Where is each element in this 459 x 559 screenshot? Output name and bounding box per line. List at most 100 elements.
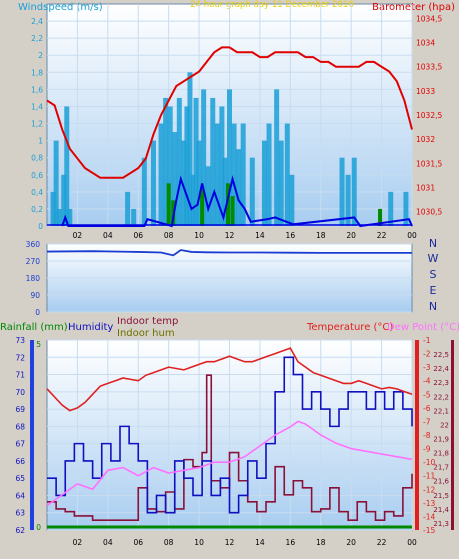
temperature-tick-label: -6 bbox=[423, 404, 431, 413]
barometer-tick-label: 1032,5 bbox=[416, 111, 442, 120]
x-tick-label: 02 bbox=[73, 231, 83, 240]
wind-green-bar bbox=[230, 196, 235, 226]
x-tick-label: 06 bbox=[133, 538, 143, 547]
x-tick-label: 00 bbox=[407, 231, 417, 240]
indoor-temp-tick-label: 22,3 bbox=[433, 379, 449, 387]
wind-gust-bar bbox=[249, 157, 255, 226]
x-tick-label: 00 bbox=[407, 538, 417, 547]
humidity-tick-label: 68 bbox=[15, 422, 25, 431]
wind-tick-label: 1 bbox=[38, 137, 43, 146]
legend-humidity: Humidity bbox=[68, 322, 113, 333]
direction-compass-labels: N W S E N bbox=[428, 237, 439, 313]
compass-s: S bbox=[430, 268, 437, 281]
x-tick-label: 08 bbox=[164, 231, 174, 240]
wind-tick-label: 0,4 bbox=[31, 188, 43, 197]
humidity-tick-label: 62 bbox=[15, 526, 25, 535]
humidity-tick-label: 73 bbox=[15, 336, 25, 345]
temperature-tick-label: -5 bbox=[423, 390, 431, 399]
humidity-tick-label: 64 bbox=[15, 491, 25, 500]
wind-gust-bar bbox=[141, 157, 147, 226]
compass-n-bottom: N bbox=[429, 300, 437, 313]
x-tick-label: 18 bbox=[316, 538, 326, 547]
barometer-tick-label: 1034 bbox=[416, 39, 435, 48]
humidity-tick-label: 67 bbox=[15, 440, 25, 449]
legend-indoor-temp: Indoor temp bbox=[117, 316, 178, 327]
direction-tick-label: 270 bbox=[26, 257, 41, 266]
compass-w: W bbox=[428, 252, 439, 265]
wind-gust-bar bbox=[236, 149, 242, 226]
x-tick-label: 08 bbox=[164, 538, 174, 547]
indoor-temp-tick-label: 22 bbox=[440, 421, 449, 429]
direction-tick-label: 360 bbox=[26, 240, 41, 249]
humidity-tick-label: 63 bbox=[15, 509, 25, 518]
indoor-temp-tick-label: 21,9 bbox=[433, 436, 449, 444]
wind-tick-label: 1,2 bbox=[31, 120, 43, 129]
direction-tick-label: 90 bbox=[30, 291, 40, 300]
temperature-tick-label: -2 bbox=[423, 350, 431, 359]
barometer-tick-label: 1030,5 bbox=[416, 208, 442, 217]
x-tick-label: 20 bbox=[346, 538, 356, 547]
wind-tick-label: 0,6 bbox=[31, 171, 43, 180]
x-tick-label: 20 bbox=[346, 231, 356, 240]
x-tick-label: 04 bbox=[103, 538, 113, 547]
chart-title: 24 hour graph day 11 December 2016 bbox=[190, 0, 354, 10]
indoor-temp-tick-label: 21,6 bbox=[433, 478, 449, 486]
indoor-temp-tick-label: 21,3 bbox=[433, 520, 449, 528]
wind-tick-label: 0 bbox=[38, 222, 43, 231]
compass-e: E bbox=[430, 284, 437, 297]
temperature-tick-label: -1 bbox=[423, 336, 431, 345]
indoor-temp-tick-label: 21,7 bbox=[433, 464, 449, 472]
indoor-temp-tick-label: 21,4 bbox=[433, 506, 449, 514]
barometer-tick-label: 1034,5 bbox=[416, 14, 442, 23]
temperature-tick-label: -8 bbox=[423, 431, 431, 440]
wind-tick-label: 1,6 bbox=[31, 85, 43, 94]
indoor-temp-tick-label: 22,2 bbox=[433, 393, 449, 401]
barometer-tick-label: 1033 bbox=[416, 87, 435, 96]
wind-gust-bar bbox=[205, 166, 211, 226]
indoor-temp-axis-bar bbox=[451, 340, 454, 530]
indoor-temp-tick-label: 22,4 bbox=[433, 365, 449, 373]
wind-gust-bar bbox=[176, 97, 182, 226]
wind-tick-label: 2 bbox=[38, 51, 43, 60]
wind-gust-bar bbox=[150, 140, 156, 226]
wind-gust-bar bbox=[125, 191, 131, 226]
wind-gust-bar bbox=[274, 89, 280, 226]
legend-rainfall: Rainfall (mm) bbox=[0, 322, 68, 333]
wind-tick-label: 1,4 bbox=[31, 102, 43, 111]
temperature-axis-bar bbox=[415, 340, 419, 530]
wind-green-bar bbox=[166, 183, 171, 226]
barometer-axis-label: Barometer (hpa) bbox=[372, 2, 455, 13]
x-tick-label: 12 bbox=[225, 538, 235, 547]
x-tick-label: 02 bbox=[73, 538, 83, 547]
wind-tick-label: 2,4 bbox=[31, 17, 43, 26]
barometer-tick-label: 1032 bbox=[416, 135, 435, 144]
temperature-tick-label: -7 bbox=[423, 417, 431, 426]
wind-gust-bar bbox=[210, 97, 216, 226]
legend-temperature: Temperature (°C) bbox=[306, 322, 393, 333]
humidity-tick-label: 71 bbox=[15, 371, 25, 380]
wind-gust-bar bbox=[339, 157, 345, 226]
x-tick-label: 04 bbox=[103, 231, 113, 240]
indoor-temp-tick-label: 21,5 bbox=[433, 492, 449, 500]
x-tick-label: 10 bbox=[194, 538, 204, 547]
weather-graph-svg: Windspeed (m/s) 24 hour graph day 11 Dec… bbox=[0, 0, 459, 547]
x-tick-label: 22 bbox=[377, 231, 387, 240]
wind-gust-bar bbox=[289, 174, 295, 226]
indoor-temp-tick-label: 22,5 bbox=[433, 351, 449, 359]
x-tick-label: 22 bbox=[377, 538, 387, 547]
wind-gust-bar bbox=[403, 191, 409, 226]
temperature-tick-label: -4 bbox=[423, 377, 431, 386]
barometer-tick-label: 1031 bbox=[416, 183, 435, 192]
humidity-tick-label: 72 bbox=[15, 353, 25, 362]
indoor-temp-tick-label: 21,8 bbox=[433, 450, 449, 458]
x-tick-label: 12 bbox=[225, 231, 235, 240]
barometer-tick-label: 1031,5 bbox=[416, 159, 442, 168]
indoor-temp-tick-label: 22,1 bbox=[433, 407, 449, 415]
weather-graph-panel: Windspeed (m/s) 24 hour graph day 11 Dec… bbox=[0, 0, 459, 555]
x-tick-label: 18 bbox=[316, 231, 326, 240]
wind-gust-bar bbox=[64, 106, 70, 226]
x-tick-label: 14 bbox=[255, 231, 265, 240]
barometer-tick-label: 1033,5 bbox=[416, 63, 442, 72]
direction-tick-label: 0 bbox=[35, 308, 40, 317]
wind-tick-label: 1,8 bbox=[31, 68, 43, 77]
